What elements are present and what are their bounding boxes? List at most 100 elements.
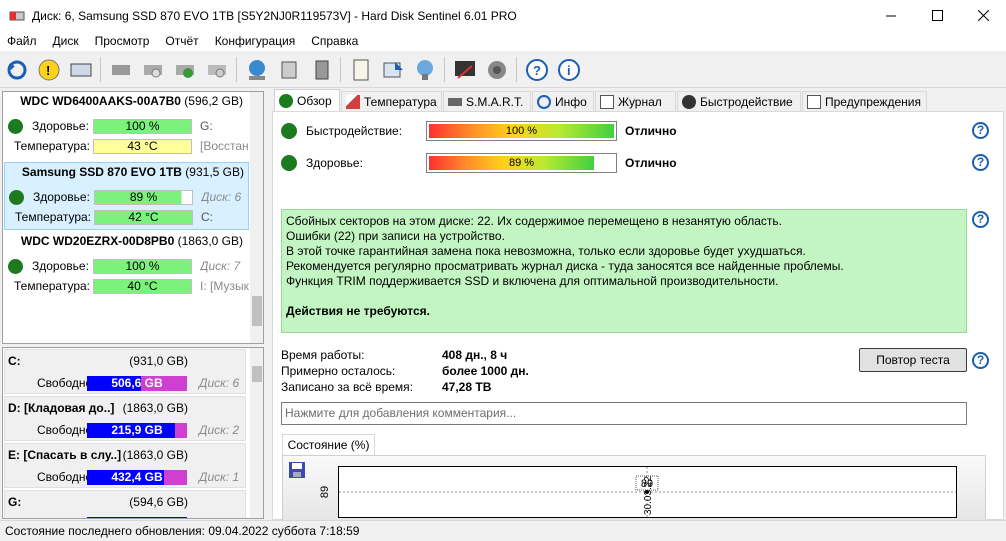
info-small-icon (537, 95, 551, 109)
disk-aux-label: G: (200, 119, 213, 133)
menu-file[interactable]: Файл (0, 34, 46, 48)
panel-splitter[interactable] (266, 88, 271, 520)
volume-item[interactable]: C: (931,0 GB) Свободно 506,6 GB Диск: 6 (4, 349, 246, 394)
volume-disk-label: Диск: 1 (199, 470, 240, 484)
volume-size: (931,0 GB) (129, 354, 188, 368)
disk-name: WDC WD20EZRX-00D8PB0 (1863,0 GB) (20, 234, 243, 248)
app-icon (9, 8, 25, 24)
sound-icon[interactable] (483, 56, 510, 83)
volume-list-scrollbar[interactable] (250, 348, 263, 518)
help-icon[interactable]: ? (972, 352, 989, 369)
performance-status: Отлично (625, 124, 677, 138)
refresh-icon[interactable] (3, 56, 30, 83)
tab-performance[interactable]: Быстродействие (677, 91, 801, 112)
toolbar: ! ? i (0, 51, 1006, 88)
ok-check-icon (281, 155, 297, 171)
disk-list-scrollbar[interactable] (250, 92, 263, 343)
volume-size: (1863,0 GB) (122, 448, 188, 462)
temperature-label: Температура: (14, 279, 91, 293)
disk-health-row: Здоровье: 100 % G: (4, 116, 249, 136)
free-space-bar: 215,9 GB (87, 423, 187, 438)
help-icon[interactable]: ? (972, 122, 989, 139)
volume-list: C: (931,0 GB) Свободно 506,6 GB Диск: 6 D:… (2, 347, 264, 519)
tab-alerts[interactable]: Предупреждения (802, 91, 927, 112)
svg-text:i: i (567, 63, 571, 78)
free-space-bar: 432,4 GB (87, 470, 187, 485)
settings-icon[interactable] (451, 56, 478, 83)
report-icon[interactable] (347, 56, 374, 83)
disk-icon[interactable] (67, 56, 94, 83)
info-line: Ошибки (22) при записи на устройство. (286, 229, 505, 243)
comment-field[interactable]: Нажмите для добавления комментария... (281, 402, 967, 425)
alerts-doc-icon (807, 95, 821, 109)
disk-aux-label: I: [Музык (200, 279, 249, 293)
info-icon[interactable]: i (555, 56, 582, 83)
menu-view[interactable]: Просмотр (88, 34, 159, 48)
disk-health-row: Здоровье: 89 % Диск: 6 (5, 187, 250, 207)
y-tick-label: 89 (319, 485, 332, 499)
menu-help[interactable]: Справка (304, 34, 367, 48)
ok-check-icon (9, 190, 24, 205)
volume-name: D: [Кладовая до..] (8, 401, 115, 415)
free-space-value: 432,4 GB (111, 470, 163, 484)
disk-card[interactable]: Samsung SSD 870 EVO 1TB (931,5 GB) Здоро… (4, 162, 249, 230)
save-chart-icon[interactable] (288, 461, 306, 479)
remaining-value: более 1000 дн. (442, 364, 529, 378)
chip-icon (448, 98, 462, 106)
x-tick-label: 30.03.22 (643, 476, 654, 515)
info-line: Рекомендуется регулярно просматривать жу… (286, 259, 844, 273)
info-line: В этой точке гарантийная замена пока нев… (286, 244, 806, 258)
disk-card[interactable]: WDC WD6400AAKS-00A7B0 (596,2 GB) Здоровь… (4, 92, 249, 160)
volume-item[interactable]: D: [Кладовая до..] (1863,0 GB) Свободно 2… (4, 396, 246, 441)
health-info-box: Сбойных секторов на этом диске: 22. Их с… (281, 209, 967, 333)
performance-label: Быстродействие: (306, 124, 403, 138)
tab-temperature[interactable]: Температура (341, 91, 442, 112)
tab-overview[interactable]: Обзор (274, 89, 340, 112)
disk-tools-icon[interactable] (107, 56, 134, 83)
menu-disk[interactable]: Диск (46, 34, 88, 48)
thermometer-icon (346, 95, 360, 109)
close-button[interactable] (960, 0, 1006, 31)
volume-size: (594,6 GB) (129, 495, 188, 509)
disk-health-bar: 89 % (94, 190, 193, 205)
volume-size: (1863,0 GB) (122, 401, 188, 415)
retest-button[interactable]: Повтор теста (859, 348, 967, 372)
volume-item[interactable]: E: [Спасать в слу..] (1863,0 GB) Свободно… (4, 443, 246, 488)
volume-item[interactable]: G: (594,6 GB) (4, 490, 246, 518)
menu-bar: Файл Диск Просмотр Отчёт Конфигурация Сп… (0, 31, 1006, 51)
menu-report[interactable]: Отчёт (158, 34, 207, 48)
health-row: Здоровье: 89 % Отлично ? (281, 152, 997, 174)
volume-disk-label: Диск: 6 (199, 376, 240, 390)
warning-icon[interactable]: ! (35, 56, 62, 83)
disk-name: WDC WD6400AAKS-00A7B0 (596,2 GB) (20, 94, 243, 108)
free-space-bar: 506,6 GB (87, 376, 187, 391)
disk-temp-bar: 40 °C (93, 279, 192, 294)
gauge-icon (682, 95, 696, 109)
disk-temp-value: 43 °C (127, 139, 158, 153)
server-icon[interactable] (275, 56, 302, 83)
network-globe-icon[interactable] (243, 56, 270, 83)
disk-health-bar: 100 % (93, 259, 192, 274)
maximize-button[interactable] (914, 0, 960, 31)
chart-plot-area: 89 30.03.22 (338, 466, 957, 518)
tab-status-chart[interactable]: Состояние (%) (282, 434, 375, 456)
tab-info[interactable]: Инфо (532, 91, 594, 112)
help-icon[interactable]: ? (972, 211, 989, 228)
disk-check-icon[interactable] (171, 56, 198, 83)
tab-log[interactable]: Журнал (595, 91, 676, 112)
tab-smart[interactable]: S.M.A.R.T. (443, 91, 531, 112)
online-report-icon[interactable] (411, 56, 438, 83)
send-report-icon[interactable] (379, 56, 406, 83)
help-icon[interactable]: ? (523, 56, 550, 83)
volume-name: G: (8, 495, 22, 509)
disk-card[interactable]: WDC WD20EZRX-00D8PB0 (1863,0 GB) Здоровь… (4, 232, 249, 300)
window-title: Диск: 6, Samsung SSD 870 EVO 1TB [S5Y2NJ… (32, 8, 517, 23)
help-icon[interactable]: ? (972, 154, 989, 171)
menu-config[interactable]: Конфигурация (208, 34, 305, 48)
info-line: Функция TRIM поддерживается SSD и включе… (286, 274, 779, 288)
minimize-button[interactable] (868, 0, 914, 31)
external-drive-icon[interactable] (307, 56, 334, 83)
disk-health-row: Здоровье: 100 % Диск: 7 (4, 256, 249, 276)
disk-test-icon[interactable] (139, 56, 166, 83)
disk-repair-icon[interactable] (203, 56, 230, 83)
